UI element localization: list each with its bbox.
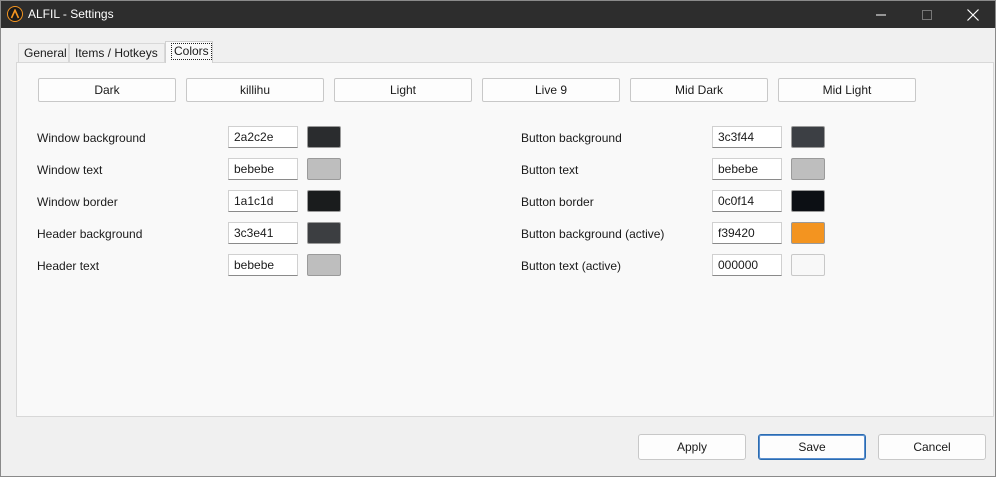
button-background-active-input[interactable]: f39420 (712, 222, 782, 244)
button-background-swatch[interactable] (791, 126, 825, 148)
window-background-input[interactable]: 2a2c2e (228, 126, 298, 148)
preset-mid-light-button[interactable]: Mid Light (778, 78, 916, 102)
window-border-label: Window border (37, 195, 118, 209)
preset-mid-dark-button[interactable]: Mid Dark (630, 78, 768, 102)
preset-dark-button[interactable]: Dark (38, 78, 176, 102)
apply-button[interactable]: Apply (638, 434, 746, 460)
colors-tab-panel (16, 62, 994, 417)
close-icon (967, 8, 979, 21)
header-text-input[interactable]: bebebe (228, 254, 298, 276)
header-background-swatch[interactable] (307, 222, 341, 244)
button-border-swatch[interactable] (791, 190, 825, 212)
button-background-active-swatch[interactable] (791, 222, 825, 244)
close-button[interactable] (950, 1, 996, 28)
window-text-label: Window text (37, 163, 103, 177)
button-text-input[interactable]: bebebe (712, 158, 782, 180)
button-text-active-input[interactable]: 000000 (712, 254, 782, 276)
header-background-label: Header background (37, 227, 143, 241)
button-text-swatch[interactable] (791, 158, 825, 180)
button-background-label: Button background (521, 131, 622, 145)
window-border-input[interactable]: 1a1c1d (228, 190, 298, 212)
header-text-swatch[interactable] (307, 254, 341, 276)
window-text-input[interactable]: bebebe (228, 158, 298, 180)
button-border-input[interactable]: 0c0f14 (712, 190, 782, 212)
preset-live9-button[interactable]: Live 9 (482, 78, 620, 102)
minimize-icon (876, 14, 886, 15)
button-text-active-swatch[interactable] (791, 254, 825, 276)
preset-light-button[interactable]: Light (334, 78, 472, 102)
window-background-swatch[interactable] (307, 126, 341, 148)
maximize-icon (922, 9, 932, 20)
cancel-button[interactable]: Cancel (878, 434, 986, 460)
tab-items-hotkeys[interactable]: Items / Hotkeys (69, 43, 165, 62)
button-text-active-label: Button text (active) (521, 259, 622, 273)
maximize-button[interactable] (904, 1, 950, 28)
minimize-button[interactable] (858, 1, 904, 28)
window-background-label: Window background (37, 131, 146, 145)
button-border-label: Button border (521, 195, 594, 209)
header-text-label: Header text (37, 259, 100, 273)
tab-colors[interactable]: Colors (165, 41, 213, 63)
alfil-logo-icon (7, 6, 23, 22)
preset-killihu-button[interactable]: killihu (186, 78, 324, 102)
button-background-input[interactable]: 3c3f44 (712, 126, 782, 148)
settings-window: ALFIL - Settings General Items / Hotkeys… (0, 0, 996, 477)
button-background-active-label: Button background (active) (521, 227, 665, 241)
header-background-input[interactable]: 3c3e41 (228, 222, 298, 244)
window-text-swatch[interactable] (307, 158, 341, 180)
tab-general[interactable]: General (18, 43, 69, 62)
save-button[interactable]: Save (758, 434, 866, 460)
window-title: ALFIL - Settings (28, 7, 114, 21)
window-border-swatch[interactable] (307, 190, 341, 212)
tab-colors-label: Colors (171, 43, 212, 60)
button-text-label: Button text (521, 163, 579, 177)
title-bar[interactable]: ALFIL - Settings (1, 1, 995, 28)
